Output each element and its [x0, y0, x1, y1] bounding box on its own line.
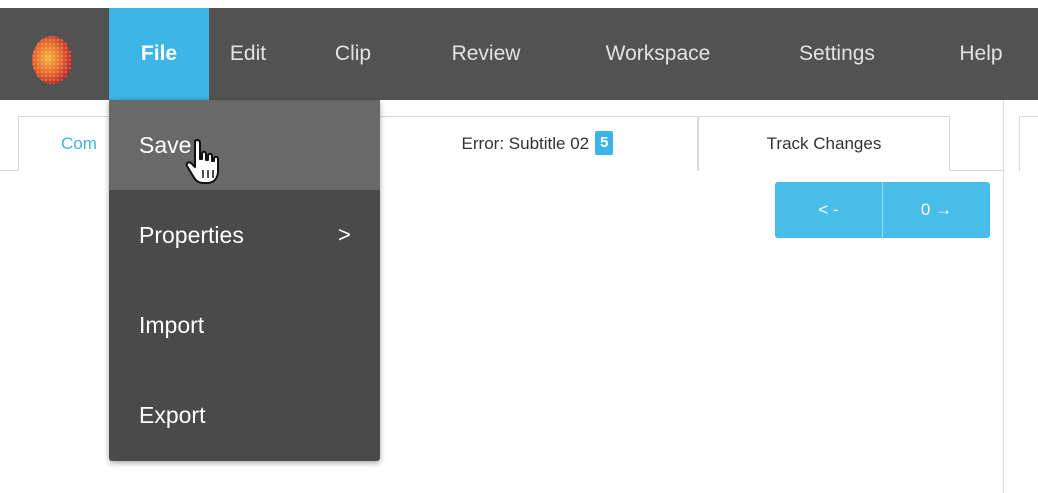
error-nav-group: < - 0 → — [775, 182, 990, 238]
menu-item-properties[interactable]: Properties > — [109, 190, 380, 280]
prev-error-button[interactable]: < - — [775, 182, 883, 238]
chevron-right-icon: > — [338, 222, 351, 247]
error-count-badge: 5 — [595, 131, 614, 155]
app-logo-icon[interactable] — [28, 34, 80, 86]
hand-pointer-cursor-icon — [185, 138, 219, 184]
menubar: File Edit Clip Review Workspace Settings… — [0, 8, 1038, 100]
tab-error-subtitle[interactable]: Error: Subtitle 02 5 — [378, 116, 698, 171]
next-error-button[interactable]: 0 → — [883, 182, 990, 238]
tab-right-panel[interactable] — [1019, 116, 1038, 171]
menu-help[interactable]: Help — [946, 8, 1016, 100]
menu-item-export[interactable]: Export — [109, 370, 380, 460]
tab-comments[interactable]: Com — [18, 116, 116, 171]
menu-item-import[interactable]: Import — [109, 280, 380, 370]
menu-workspace[interactable]: Workspace — [578, 8, 738, 100]
tab-track-changes[interactable]: Track Changes — [698, 116, 950, 171]
menu-settings[interactable]: Settings — [767, 8, 907, 100]
menu-item-import-label: Import — [139, 312, 205, 338]
tab-error-label: Error: Subtitle 02 — [461, 134, 590, 153]
file-menu-dropdown: Save Properties > Import Export — [109, 100, 380, 461]
menu-clip[interactable]: Clip — [318, 8, 388, 100]
menu-item-properties-label: Properties — [139, 222, 244, 248]
menu-item-export-label: Export — [139, 402, 206, 428]
menu-edit[interactable]: Edit — [213, 8, 283, 100]
menu-item-save[interactable]: Save — [109, 100, 380, 190]
tab-comments-label: Com — [61, 134, 97, 153]
menu-file[interactable]: File — [109, 8, 209, 100]
menu-review[interactable]: Review — [436, 8, 536, 100]
tab-track-changes-label: Track Changes — [766, 134, 882, 153]
panel-divider[interactable] — [1003, 100, 1004, 493]
